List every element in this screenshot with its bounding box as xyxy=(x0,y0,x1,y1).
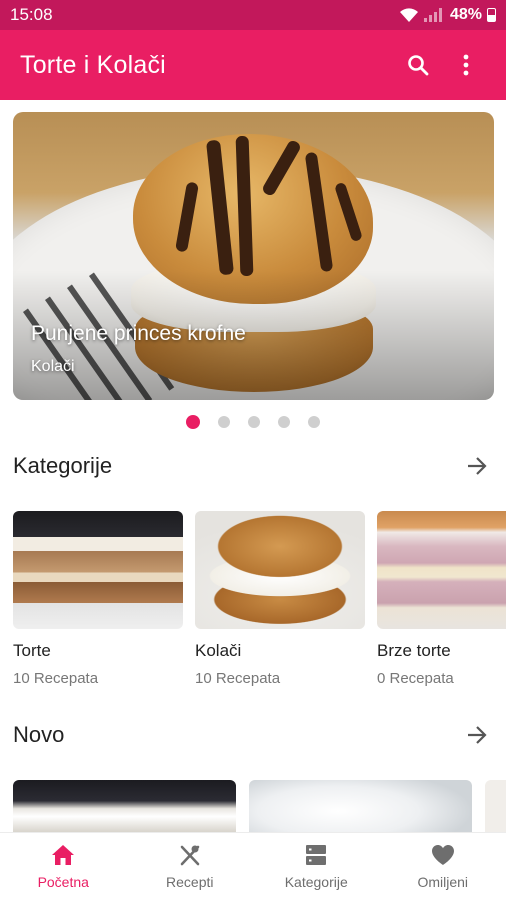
wifi-icon xyxy=(399,8,418,22)
utensils-icon xyxy=(180,845,200,866)
home-icon xyxy=(52,845,75,865)
hero-title: Punjene princes krofne xyxy=(31,322,246,345)
heart-icon xyxy=(431,845,454,865)
bottom-navigation: Početna Recepti Kategorije Omiljeni xyxy=(0,832,506,900)
category-count: 10 Recepata xyxy=(195,670,281,687)
category-name: Torte xyxy=(13,641,51,660)
carousel-dot[interactable] xyxy=(278,416,290,428)
battery-icon xyxy=(487,8,496,22)
search-button[interactable] xyxy=(398,45,438,85)
nav-label: Recepti xyxy=(166,874,214,890)
hero-slide[interactable]: Punjene princes krofne Kolači xyxy=(13,112,494,400)
categories-title: Kategorije xyxy=(13,453,113,478)
category-card[interactable]: Kolači 10 Recepata xyxy=(195,511,365,687)
recipe-card[interactable] xyxy=(13,780,236,832)
nav-item-pocetna[interactable]: Početna xyxy=(0,833,127,900)
hero-category: Kolači xyxy=(31,358,75,375)
nav-item-kategorije[interactable]: Kategorije xyxy=(253,833,380,900)
carousel-dot[interactable] xyxy=(248,416,260,428)
category-image xyxy=(13,511,183,629)
category-count: 0 Recepata xyxy=(377,670,454,687)
category-name: Brze torte xyxy=(377,641,451,660)
app-bar: Torte i Kolači xyxy=(0,30,506,100)
app-title: Torte i Kolači xyxy=(20,50,166,79)
novo-header: Novo xyxy=(13,719,493,751)
recipe-card[interactable] xyxy=(485,780,506,832)
more-vert-icon xyxy=(463,54,469,76)
status-bar: 15:08 48% xyxy=(0,0,506,30)
novo-list xyxy=(13,780,506,832)
nav-label: Početna xyxy=(37,874,89,890)
signal-icon xyxy=(423,8,442,22)
carousel-dot[interactable] xyxy=(308,416,320,428)
carousel-dot[interactable] xyxy=(186,415,200,429)
battery-percent: 48% xyxy=(449,6,482,23)
categories-icon xyxy=(306,845,327,865)
category-card[interactable]: Brze torte 0 Recepata xyxy=(377,511,506,687)
novo-title: Novo xyxy=(13,722,65,747)
nav-item-recepti[interactable]: Recepti xyxy=(127,833,254,900)
nav-label: Omiljeni xyxy=(417,874,469,890)
categories-list: Torte 10 Recepata Kolači 10 Recepata Brz… xyxy=(13,511,506,691)
search-icon xyxy=(408,55,429,76)
category-card[interactable]: Torte 10 Recepata xyxy=(13,511,183,687)
category-image xyxy=(377,511,506,629)
carousel-indicator xyxy=(0,415,506,429)
category-name: Kolači xyxy=(195,641,242,660)
arrow-right-icon xyxy=(468,457,487,475)
status-icons: 48% xyxy=(399,6,496,24)
category-count: 10 Recepata xyxy=(13,670,99,687)
categories-see-all-button[interactable] xyxy=(461,450,493,482)
status-time: 15:08 xyxy=(10,5,53,24)
overflow-menu-button[interactable] xyxy=(446,45,486,85)
arrow-right-icon xyxy=(468,726,487,744)
category-image xyxy=(195,511,365,629)
recipe-card[interactable] xyxy=(249,780,472,832)
novo-see-all-button[interactable] xyxy=(461,719,493,751)
categories-header: Kategorije xyxy=(13,450,493,482)
nav-item-omiljeni[interactable]: Omiljeni xyxy=(380,833,506,900)
nav-label: Kategorije xyxy=(284,874,348,890)
carousel-dot[interactable] xyxy=(218,416,230,428)
